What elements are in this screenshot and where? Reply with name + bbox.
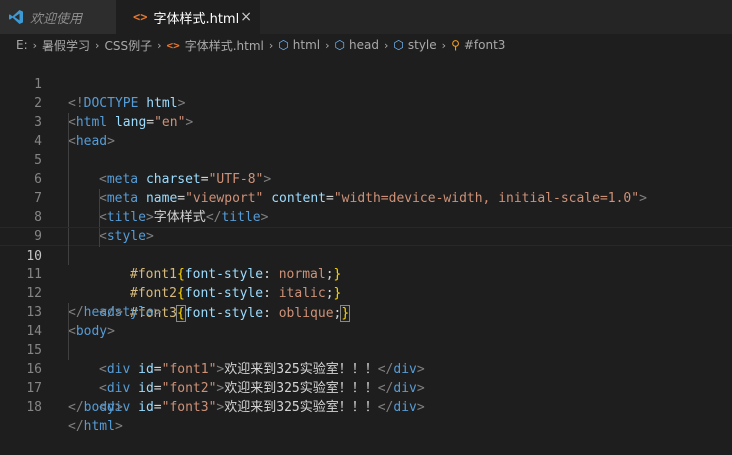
tab-file-label: 字体样式.html <box>153 11 240 27</box>
tab-bar: 欢迎使用 <> 字体样式.html × <box>0 0 732 34</box>
breadcrumb-drive[interactable]: E: <box>16 38 28 52</box>
chevron-right-icon: › <box>441 38 447 52</box>
code-line: 13 <body> <box>0 284 732 339</box>
indent-guide <box>68 132 69 151</box>
indent-guide <box>99 208 100 227</box>
breadcrumb-head[interactable]: head <box>349 38 379 52</box>
indent-guide <box>68 322 69 341</box>
indent-guide <box>68 228 69 247</box>
code-line: 16 <div id="font3">欢迎来到325实验室！！！</div> <box>0 341 732 415</box>
tab-welcome[interactable]: 欢迎使用 <box>0 0 116 34</box>
code-line: 7 <style> <box>0 170 732 244</box>
line-content: <div id="font3">欢迎来到325实验室！！！</div> <box>99 400 425 415</box>
line-number: 18 <box>26 400 42 415</box>
code-line: 14 <div id="font1">欢迎来到325实验室！！！</div> <box>0 303 732 377</box>
line-content: </body> <box>68 400 123 415</box>
indent-guide <box>99 228 100 247</box>
element-cube-icon: ⬡ <box>393 38 404 52</box>
line-content: </html> <box>68 419 123 434</box>
code-line: 17 </body> <box>0 360 732 415</box>
code-line: 9 #font2{font-style: italic;} <box>0 208 732 301</box>
code-line: 8 #font1{font-style: normal;} <box>0 189 732 282</box>
code-line: 4 <meta charset="UTF-8"> <box>0 113 732 187</box>
element-cube-icon: ⬡ <box>334 38 346 52</box>
chevron-right-icon: › <box>268 38 274 52</box>
code-line: 15 <div id="font2">欢迎来到325实验室！！！</div> <box>0 322 732 396</box>
code-line: 18 </html> <box>0 379 732 434</box>
tab-welcome-label: 欢迎使用 <box>30 11 83 27</box>
chevron-right-icon: › <box>95 38 100 52</box>
close-tab-icon[interactable]: × <box>240 9 252 25</box>
code-line: 5 <meta name="viewport" content="width=d… <box>0 132 732 206</box>
code-line: 2 <html lang="en"> <box>0 75 732 130</box>
indent-guide <box>68 246 69 265</box>
breadcrumb-style[interactable]: style <box>408 38 437 52</box>
indent-guide <box>68 151 69 170</box>
html-file-icon: <> <box>133 10 148 24</box>
code-line: 3 <head> <box>0 94 732 149</box>
element-cube-icon: ⬡ <box>278 38 289 52</box>
code-editor[interactable]: 1 <!DOCTYPE html> 2 <html lang="en"> 3 <… <box>0 56 732 434</box>
chevron-right-icon: › <box>383 38 389 52</box>
indent-guide <box>68 170 69 189</box>
breadcrumb-file[interactable]: 字体样式.html <box>185 37 264 54</box>
chevron-right-icon: › <box>32 38 38 52</box>
code-line: 11 </style> <box>0 246 732 320</box>
breadcrumb-font3[interactable]: #font3 <box>464 38 506 52</box>
html-file-icon: <> <box>166 38 180 52</box>
css-selector-icon: ⚲ <box>451 38 460 52</box>
code-line-current: 10 #font3{font-style: oblique;} <box>0 227 732 322</box>
breadcrumb-html[interactable]: html <box>293 38 320 52</box>
code-line: 1 <!DOCTYPE html> <box>0 56 732 111</box>
breadcrumb-folder2[interactable]: CSS例子 <box>104 37 152 54</box>
chevron-right-icon: › <box>157 38 162 52</box>
code-line: 12 </head> <box>0 265 732 320</box>
code-line: 6 <title>字体样式</title> <box>0 151 732 225</box>
breadcrumb-folder1[interactable]: 暑假学习 <box>42 37 90 54</box>
tab-file-active[interactable]: <> 字体样式.html × <box>116 0 260 34</box>
chevron-right-icon: › <box>325 38 330 52</box>
indent-guide <box>68 303 69 322</box>
indent-guide <box>99 189 100 208</box>
indent-guide <box>68 208 69 227</box>
breadcrumb: E: › 暑假学习 › CSS例子 › <> 字体样式.html › ⬡ htm… <box>0 34 732 56</box>
vscode-logo-icon <box>8 9 24 25</box>
indent-guide <box>68 113 69 132</box>
indent-guide <box>68 341 69 360</box>
indent-guide <box>68 189 69 208</box>
